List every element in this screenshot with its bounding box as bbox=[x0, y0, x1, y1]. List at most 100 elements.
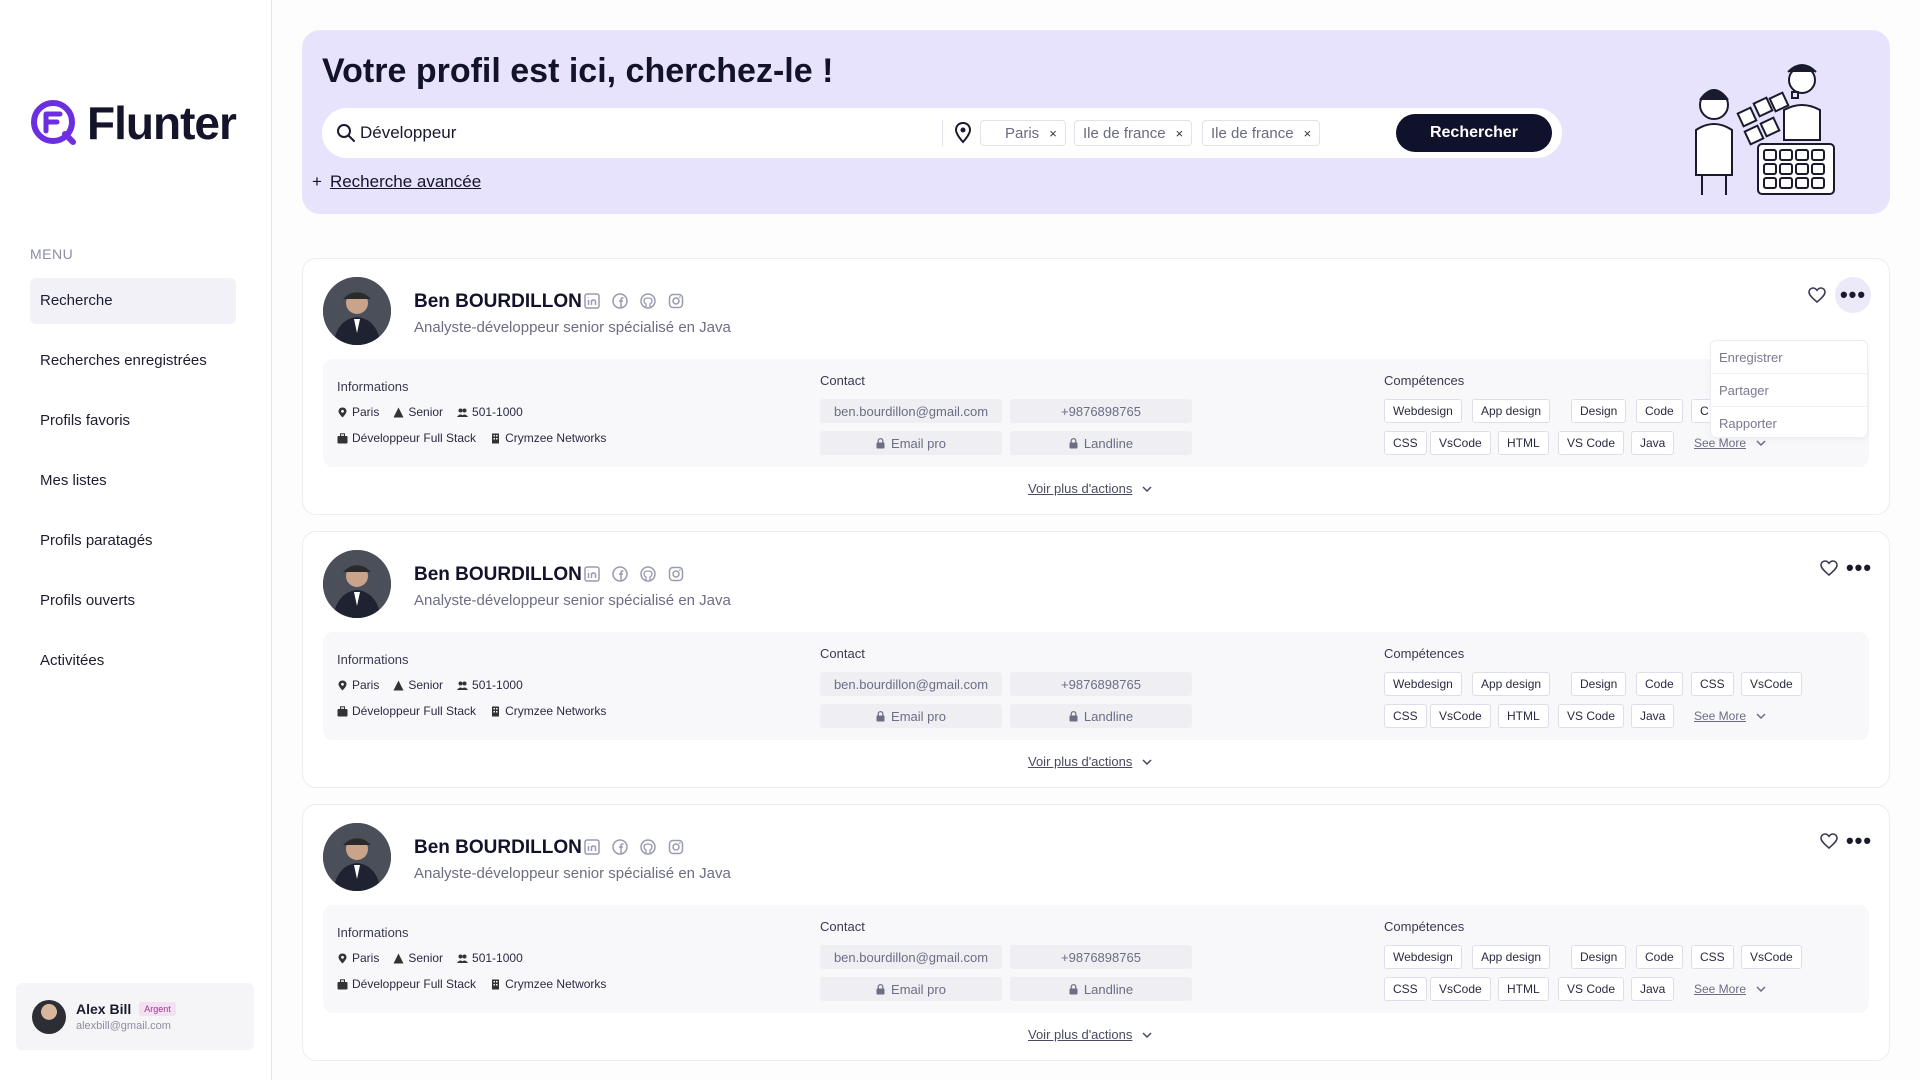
chip-label: Paris bbox=[1005, 124, 1040, 142]
profile-avatar[interactable] bbox=[323, 277, 391, 345]
lock-icon bbox=[876, 437, 885, 448]
chip-remove-icon[interactable]: × bbox=[1304, 126, 1312, 141]
location-chip: Ile de france × bbox=[1202, 120, 1321, 146]
more-actions-link[interactable]: Voir plus d'actions bbox=[1028, 481, 1152, 496]
sidebar-item-profils-favoris[interactable]: Profils favoris bbox=[30, 398, 236, 444]
contact-label: Contact bbox=[820, 646, 865, 661]
profile-headline: Analyste-développeur senior spécialisé e… bbox=[414, 865, 731, 882]
see-more-label: See More bbox=[1694, 709, 1747, 723]
job-text: Développeur Full Stack bbox=[352, 704, 477, 718]
more-options-button[interactable]: ••• bbox=[1835, 277, 1871, 313]
skill-tag: HTML bbox=[1498, 704, 1549, 728]
page-title: Votre profil est ici, cherchez-le ! bbox=[322, 52, 834, 90]
skill-tag: Webdesign bbox=[1384, 672, 1462, 696]
level-icon bbox=[393, 953, 404, 963]
see-more-label: See More bbox=[1694, 982, 1747, 996]
competences-label: Compétences bbox=[1384, 646, 1465, 661]
email-text: ben.bourdillon@gmail.com bbox=[833, 403, 989, 419]
phone-field[interactable]: +9876898765 bbox=[1010, 945, 1192, 969]
job-text: Développeur Full Stack bbox=[352, 977, 477, 991]
sidebar-item-profils-partages[interactable]: Profils paratagés bbox=[30, 518, 236, 564]
sidebar-item-mes-listes[interactable]: Mes listes bbox=[30, 458, 236, 504]
skill-tag: VS Code bbox=[1558, 431, 1625, 455]
phone-field[interactable]: +9876898765 bbox=[1010, 672, 1192, 696]
location-text: Paris bbox=[352, 951, 380, 965]
people-icon bbox=[457, 681, 469, 690]
skill-tag: App design bbox=[1472, 945, 1551, 969]
search-button[interactable]: Rechercher bbox=[1396, 114, 1552, 152]
chip-remove-icon[interactable]: × bbox=[1176, 126, 1184, 141]
instagram-icon[interactable] bbox=[668, 839, 684, 855]
sidebar-item-recherches-enregistrees[interactable]: Recherches enregistrées bbox=[30, 338, 236, 384]
skill-tag: VS Code bbox=[1558, 977, 1625, 1001]
facebook-icon[interactable] bbox=[612, 293, 628, 309]
company-size-text: 501-1000 bbox=[472, 678, 523, 692]
informations-label: Informations bbox=[337, 652, 409, 667]
user-card[interactable]: Alex Bill Argent alexbill@gmail.com bbox=[16, 983, 254, 1050]
email-pro-field[interactable]: Email pro bbox=[820, 431, 1002, 455]
skill-tag: Code bbox=[1636, 399, 1683, 423]
github-icon[interactable] bbox=[640, 566, 656, 582]
landline-field[interactable]: Landline bbox=[1010, 431, 1192, 455]
more-actions-link[interactable]: Voir plus d'actions bbox=[1028, 754, 1152, 769]
email-pro-field[interactable]: Email pro bbox=[820, 977, 1002, 1001]
sidebar-item-profils-ouverts[interactable]: Profils ouverts bbox=[30, 578, 236, 624]
level-icon bbox=[393, 680, 404, 690]
briefcase-icon bbox=[337, 978, 348, 989]
linkedin-icon[interactable] bbox=[584, 293, 600, 309]
sidebar-item-activitees[interactable]: Activitées bbox=[30, 638, 236, 684]
advanced-search-link[interactable]: + Recherche avancée bbox=[312, 172, 481, 192]
lock-icon bbox=[876, 710, 885, 721]
favorite-button[interactable] bbox=[1799, 277, 1835, 313]
more-options-button[interactable]: ••• bbox=[1841, 823, 1877, 859]
profile-avatar[interactable] bbox=[323, 823, 391, 891]
people-icon bbox=[457, 408, 469, 417]
competences-label: Compétences bbox=[1384, 919, 1465, 934]
logo[interactable]: Flunter bbox=[29, 96, 237, 150]
skill-tag: App design bbox=[1472, 672, 1551, 696]
menu-item-rapporter[interactable]: Rapporter bbox=[1711, 407, 1867, 440]
skill-tag: VsCode bbox=[1430, 977, 1491, 1001]
profile-details: Informations Paris Senior 501-1000 Dével… bbox=[323, 632, 1869, 740]
profile-avatar[interactable] bbox=[323, 550, 391, 618]
social-links bbox=[584, 566, 684, 582]
search-hero: Votre profil est ici, cherchez-le ! Pari… bbox=[302, 30, 1890, 214]
github-icon[interactable] bbox=[640, 293, 656, 309]
info-line: Développeur Full Stack Crymzee Networks bbox=[337, 704, 614, 718]
linkedin-icon[interactable] bbox=[584, 839, 600, 855]
profile-name[interactable]: Ben BOURDILLON bbox=[414, 564, 582, 586]
search-input[interactable] bbox=[360, 108, 950, 158]
profile-name[interactable]: Ben BOURDILLON bbox=[414, 837, 582, 859]
more-options-button[interactable]: ••• bbox=[1841, 550, 1877, 586]
email-field[interactable]: ben.bourdillon@gmail.com bbox=[820, 945, 1002, 969]
see-more-link[interactable]: See More bbox=[1694, 709, 1766, 723]
sidebar-item-recherche[interactable]: Recherche bbox=[30, 278, 236, 324]
profile-details: Informations Paris Senior 501-1000 Dével… bbox=[323, 905, 1869, 1013]
email-field[interactable]: ben.bourdillon@gmail.com bbox=[820, 672, 1002, 696]
instagram-icon[interactable] bbox=[668, 566, 684, 582]
linkedin-icon[interactable] bbox=[584, 566, 600, 582]
facebook-icon[interactable] bbox=[612, 566, 628, 582]
social-links bbox=[584, 839, 684, 855]
phone-field[interactable]: +9876898765 bbox=[1010, 399, 1192, 423]
instagram-icon[interactable] bbox=[668, 293, 684, 309]
email-pro-field[interactable]: Email pro bbox=[820, 704, 1002, 728]
more-actions-link[interactable]: Voir plus d'actions bbox=[1028, 1027, 1152, 1042]
user-email: alexbill@gmail.com bbox=[76, 1020, 171, 1032]
see-more-link[interactable]: See More bbox=[1694, 982, 1766, 996]
github-icon[interactable] bbox=[640, 839, 656, 855]
facebook-icon[interactable] bbox=[612, 839, 628, 855]
menu-item-enregistrer[interactable]: Enregistrer bbox=[1711, 341, 1867, 374]
phone-text: +9876898765 bbox=[1061, 949, 1141, 965]
lock-icon bbox=[1069, 710, 1078, 721]
skill-tag: CSS bbox=[1384, 431, 1427, 455]
email-text: ben.bourdillon@gmail.com bbox=[833, 949, 989, 965]
email-field[interactable]: ben.bourdillon@gmail.com bbox=[820, 399, 1002, 423]
skill-tag: Design bbox=[1571, 399, 1627, 423]
heart-icon bbox=[1820, 560, 1838, 576]
landline-field[interactable]: Landline bbox=[1010, 977, 1192, 1001]
menu-item-partager[interactable]: Partager bbox=[1711, 374, 1867, 407]
landline-field[interactable]: Landline bbox=[1010, 704, 1192, 728]
profile-name[interactable]: Ben BOURDILLON bbox=[414, 291, 582, 313]
chip-remove-icon[interactable]: × bbox=[1049, 126, 1057, 141]
